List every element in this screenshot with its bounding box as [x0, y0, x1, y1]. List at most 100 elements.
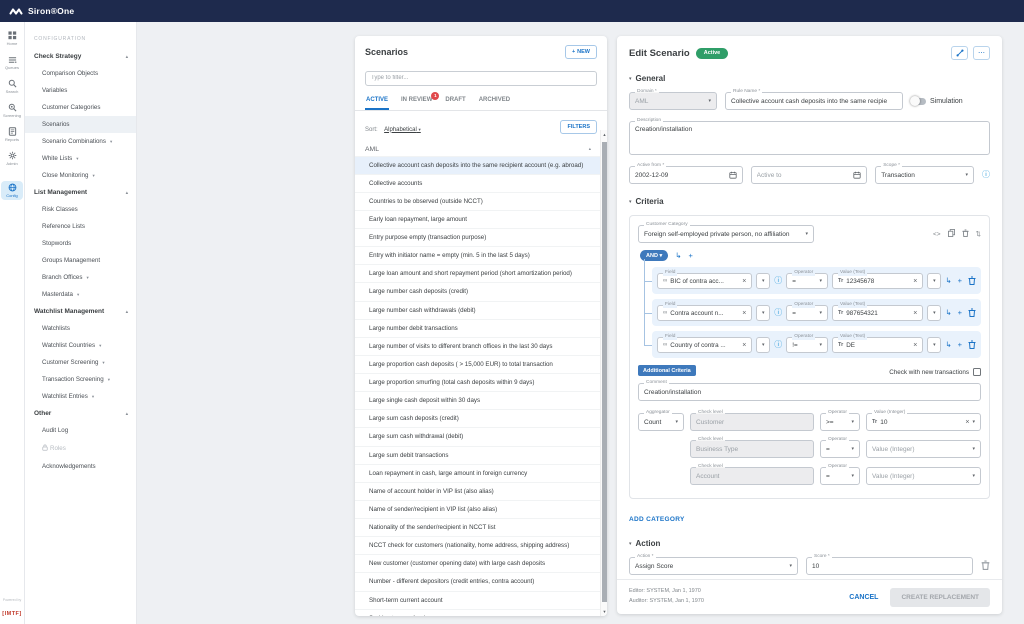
tab-active[interactable]: ACTIVE	[365, 93, 389, 110]
list-item[interactable]: Sudden transaction increase	[355, 609, 600, 616]
sidebar-section-check-strategy[interactable]: Check Strategy▴	[25, 48, 136, 65]
rule-name-input[interactable]: Rule Name * Collective account cash depo…	[725, 92, 903, 110]
operator-select[interactable]: Operator=▾	[786, 305, 828, 321]
clear-icon[interactable]: ×	[742, 278, 746, 285]
sidebar-item-acknowledgements[interactable]: Acknowledgements	[25, 458, 136, 475]
copy-icon[interactable]	[948, 229, 955, 239]
add-group-icon[interactable]: ↳	[675, 252, 681, 260]
list-item[interactable]: New customer (customer opening date) wit…	[355, 554, 600, 572]
list-item[interactable]: Large single cash deposit within 30 days	[355, 391, 600, 409]
tab-archived[interactable]: ARCHIVED	[478, 93, 511, 110]
sidebar-item-groups-management[interactable]: Groups Management	[25, 252, 136, 269]
sidebar-item-transaction-screening[interactable]: Transaction Screening▾	[25, 371, 136, 388]
list-item[interactable]: Large number cash withdrawals (debit)	[355, 301, 600, 319]
description-textarea[interactable]: Description Creation/installation	[629, 121, 990, 155]
sidebar-item-white-lists[interactable]: White Lists▾	[25, 150, 136, 167]
rail-item-admin[interactable]: Admin	[1, 151, 23, 166]
sidebar-item-reference-lists[interactable]: Reference Lists	[25, 218, 136, 235]
value-dropdown-button[interactable]: ▾	[927, 273, 941, 289]
aggregator-select[interactable]: AggregatorCount▾	[638, 413, 684, 431]
scrollbar-thumb[interactable]	[602, 142, 607, 602]
active-from-datepicker[interactable]: Active from * 2002-12-09	[629, 166, 743, 184]
list-item[interactable]: Number - different depositors (credit en…	[355, 572, 600, 590]
simulation-toggle[interactable]	[911, 98, 926, 105]
indent-criterion-icon[interactable]: ↳	[945, 309, 951, 317]
clear-icon[interactable]: ×	[913, 278, 917, 285]
list-item[interactable]: Large proportion smurfing (total cash de…	[355, 373, 600, 391]
value-input[interactable]: Value (Text)Tr12345678×	[832, 273, 923, 289]
action-select[interactable]: Action * Assign Score ▾	[629, 557, 798, 575]
rail-item-search[interactable]: Search	[1, 79, 23, 94]
delete-action-icon[interactable]	[981, 557, 990, 575]
list-item[interactable]: Large sum cash deposits (credit)	[355, 409, 600, 427]
filter-input[interactable]	[365, 71, 597, 86]
sidebar-item-scenarios[interactable]: Scenarios	[25, 116, 136, 133]
clear-icon[interactable]: ×	[742, 342, 746, 349]
customer-category-select[interactable]: Customer Category Foreign self-employed …	[638, 225, 814, 243]
rail-item-reports[interactable]: Reports	[1, 127, 23, 142]
info-icon[interactable]: ⓘ	[774, 341, 782, 349]
value-input[interactable]: Value (Text)Tr987654321×	[832, 305, 923, 321]
add-criterion-icon[interactable]: +	[958, 341, 962, 349]
sidebar-item-variables[interactable]: Variables	[25, 82, 136, 99]
scope-select[interactable]: Scope * Transaction ▾	[875, 166, 974, 184]
sidebar-item-masterdata[interactable]: Masterdata▾	[25, 286, 136, 303]
delete-criterion-icon[interactable]	[968, 272, 976, 290]
calendar-icon[interactable]	[853, 171, 861, 179]
sidebar-item-close-monitoring[interactable]: Close Monitoring▾	[25, 167, 136, 184]
criteria-section-header[interactable]: ▾ Criteria	[629, 197, 990, 206]
rail-item-queues[interactable]: Queues	[1, 55, 23, 70]
add-criterion-icon[interactable]: +	[958, 309, 962, 317]
operator-select[interactable]: Operator!=▾	[786, 337, 828, 353]
list-scrollbar[interactable]: ▲ ▼	[600, 130, 607, 616]
info-icon[interactable]: ⓘ	[982, 171, 990, 179]
field-dropdown-button[interactable]: ▾	[756, 337, 770, 353]
active-to-datepicker[interactable]: Active to	[751, 166, 868, 184]
sidebar-item-customer-categories[interactable]: Customer Categories	[25, 99, 136, 116]
delete-icon[interactable]	[962, 229, 969, 239]
list-item[interactable]: Short-term current account	[355, 591, 600, 609]
list-item[interactable]: Large sum cash withdrawal (debit)	[355, 427, 600, 445]
domain-select[interactable]: Domain * AML ▾	[629, 92, 717, 110]
value-input[interactable]: Value (Integer)▾	[866, 467, 981, 485]
field-select[interactable]: Field∞BIC of contra acc...×	[657, 273, 752, 289]
list-item[interactable]: Name of account holder in VIP list (also…	[355, 482, 600, 500]
list-item[interactable]: NCCT check for customers (nationality, h…	[355, 536, 600, 554]
sidebar-item-customer-screening[interactable]: Customer Screening▾	[25, 354, 136, 371]
sidebar-item-comparison-objects[interactable]: Comparison Objects	[25, 65, 136, 82]
list-item[interactable]: Large number debit transactions	[355, 319, 600, 337]
list-item[interactable]: Large proportion cash deposits ( > 15,00…	[355, 355, 600, 373]
info-icon[interactable]: ⓘ	[774, 277, 782, 285]
sidebar-item-watchlist-entries[interactable]: Watchlist Entries▾	[25, 388, 136, 405]
list-item[interactable]: Entry purpose empty (transaction purpose…	[355, 228, 600, 246]
delete-criterion-icon[interactable]	[968, 304, 976, 322]
more-options-button[interactable]: ⋯	[973, 46, 990, 60]
list-item[interactable]: Name of sender/recipient in VIP list (al…	[355, 500, 600, 518]
field-select[interactable]: Field∞Country of contra ...×	[657, 337, 752, 353]
operator-select[interactable]: Operator=▾	[786, 273, 828, 289]
filters-button[interactable]: FILTERS	[560, 120, 597, 134]
sidebar-item-watchlist-countries[interactable]: Watchlist Countries▾	[25, 337, 136, 354]
indent-criterion-icon[interactable]: ↳	[945, 277, 951, 285]
list-item[interactable]: Collective accounts	[355, 174, 600, 192]
rail-item-config[interactable]: Config	[1, 181, 23, 200]
cancel-button[interactable]: CANCEL	[849, 594, 878, 601]
sidebar-section-watchlist-management[interactable]: Watchlist Management▴	[25, 303, 136, 320]
list-item[interactable]: Large number cash deposits (credit)	[355, 282, 600, 300]
clear-icon[interactable]: ×	[742, 310, 746, 317]
comment-input[interactable]: Comment Creation/installation	[638, 383, 981, 401]
add-criterion-icon[interactable]: +	[689, 252, 693, 260]
sidebar-item-risk-classes[interactable]: Risk Classes	[25, 201, 136, 218]
value-dropdown-button[interactable]: ▾	[927, 305, 941, 321]
code-view-icon[interactable]: <>	[933, 231, 941, 238]
sidebar-section-other[interactable]: Other▴	[25, 405, 136, 422]
general-section-header[interactable]: ▾ General	[629, 74, 990, 83]
value-input[interactable]: Value (Integer)▾	[866, 440, 981, 458]
operator-select[interactable]: Operator>=▾	[820, 413, 860, 431]
scroll-up-icon[interactable]: ▲	[601, 132, 607, 137]
action-section-header[interactable]: ▾ Action	[629, 539, 990, 548]
list-item[interactable]: Countries to be observed (outside NCCT)	[355, 192, 600, 210]
clear-icon[interactable]: ×	[913, 310, 917, 317]
value-input[interactable]: Value (Text)TrDE×	[832, 337, 923, 353]
field-dropdown-button[interactable]: ▾	[756, 273, 770, 289]
